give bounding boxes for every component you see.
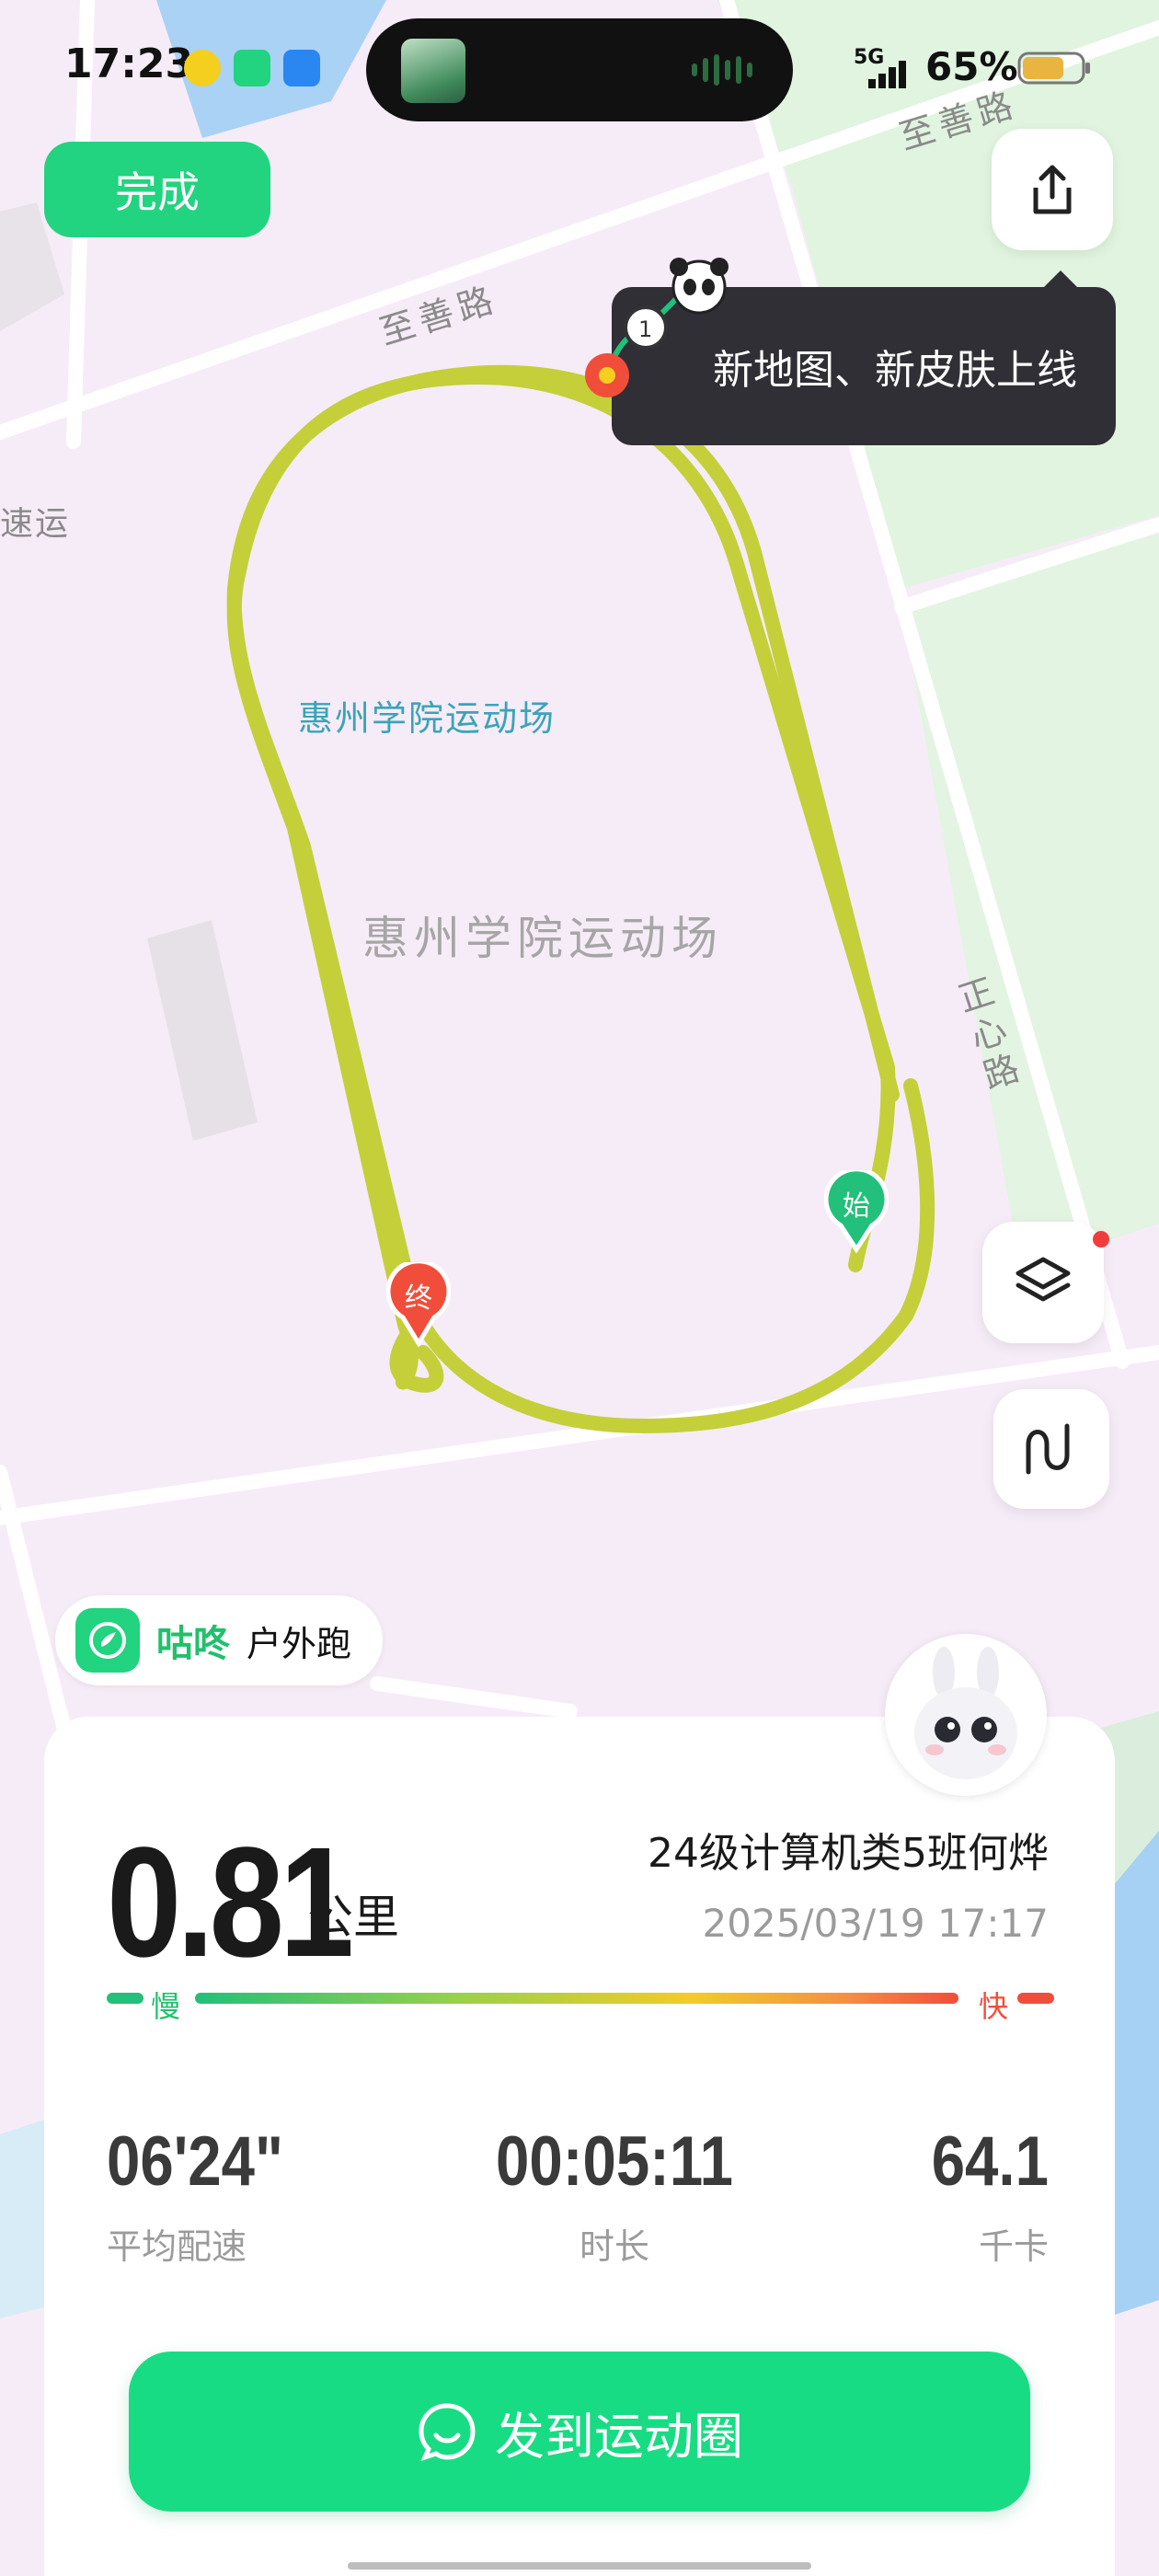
activity-type: 户外跑 bbox=[247, 1623, 352, 1664]
stat-label: 千卡 bbox=[978, 2226, 1049, 2267]
share-button[interactable] bbox=[992, 129, 1113, 250]
stat-label: 平均配速 bbox=[107, 2226, 247, 2267]
post-to-feed-button[interactable]: 发到运动圈 bbox=[129, 2352, 1030, 2512]
map-layers-button[interactable] bbox=[982, 1222, 1104, 1343]
message-app-icon bbox=[283, 50, 320, 86]
pace-legend: 慢 快 bbox=[107, 1984, 1054, 2039]
status-bar: 17:23 5G 65% bbox=[0, 0, 1159, 138]
route-toggle-button[interactable] bbox=[993, 1389, 1109, 1509]
post-button-label: 发到运动圈 bbox=[495, 2407, 743, 2466]
stat-calories: 64.1 千卡 bbox=[912, 2122, 1049, 2269]
battery-icon bbox=[1017, 52, 1091, 85]
now-playing-artwork bbox=[401, 39, 465, 103]
place-label: 惠州学院运动场 bbox=[298, 698, 557, 739]
stat-pace: 06'24" 平均配速 bbox=[107, 2122, 312, 2269]
tooltip-text: 新地图、新皮肤上线 bbox=[713, 347, 1077, 394]
start-marker-label: 始 bbox=[843, 1190, 870, 1223]
pace-slow-cap bbox=[107, 1993, 143, 2004]
pace-gradient-bar bbox=[195, 1993, 958, 2004]
layers-icon bbox=[1016, 1257, 1071, 1302]
status-time: 17:23 bbox=[64, 40, 194, 87]
stat-duration: 00:05:11 时长 bbox=[476, 2122, 752, 2269]
stat-value: 00:05:11 bbox=[496, 2122, 734, 2201]
pace-slow-label: 慢 bbox=[151, 1989, 181, 2024]
end-marker[interactable]: 终 bbox=[385, 1259, 452, 1348]
chat-bubble-icon bbox=[419, 2403, 476, 2462]
panda-mascot-icon: 1 bbox=[580, 258, 745, 405]
done-button[interactable]: 完成 bbox=[44, 142, 270, 237]
brand-name: 咕咚 bbox=[156, 1623, 230, 1665]
codoon-app-icon bbox=[234, 50, 270, 86]
home-indicator[interactable] bbox=[348, 2562, 811, 2570]
user-name: 24级计算机类5班何烨 bbox=[648, 1830, 1049, 1877]
place-label-large: 惠州学院运动场 bbox=[362, 912, 723, 965]
app-badge: 咕咚 户外跑 bbox=[55, 1595, 384, 1685]
road-label: 速运 bbox=[0, 505, 71, 543]
dynamic-island[interactable] bbox=[366, 18, 793, 121]
signal-icon bbox=[868, 57, 916, 88]
mascot-avatar[interactable] bbox=[885, 1634, 1047, 1796]
activity-datetime: 2025/03/19 17:17 bbox=[702, 1901, 1049, 1946]
route-icon bbox=[1026, 1423, 1070, 1475]
end-marker-label: 终 bbox=[405, 1282, 432, 1315]
distance-unit: 公里 bbox=[307, 1891, 399, 1944]
start-marker[interactable]: 始 bbox=[823, 1167, 889, 1254]
stat-value: 06'24" bbox=[107, 2122, 283, 2201]
share-icon bbox=[1033, 165, 1072, 214]
notification-dot bbox=[1093, 1231, 1109, 1248]
stat-label: 时长 bbox=[579, 2226, 649, 2267]
stat-value: 64.1 bbox=[931, 2122, 1049, 2201]
svg-text:1: 1 bbox=[638, 316, 652, 342]
pace-fast-label: 快 bbox=[978, 1989, 1008, 2024]
pace-fast-cap bbox=[1017, 1993, 1054, 2004]
music-app-icon bbox=[184, 50, 221, 86]
audio-wave-icon bbox=[692, 53, 756, 86]
codoon-logo-icon bbox=[75, 1608, 140, 1673]
battery-percent: 65% bbox=[925, 44, 1018, 89]
